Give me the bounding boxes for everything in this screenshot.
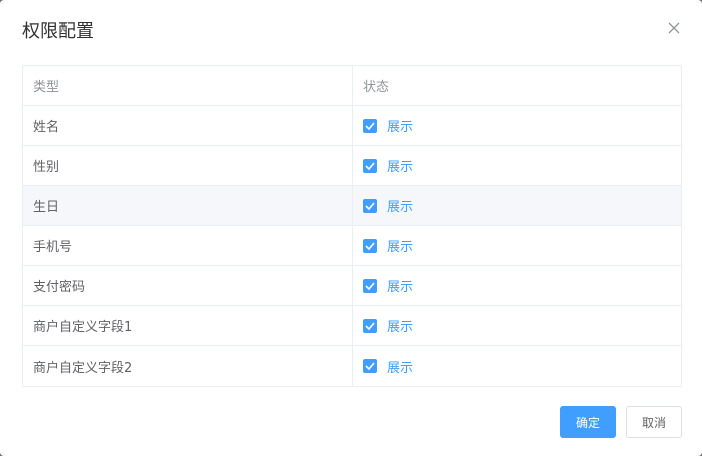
permission-table: 类型 状态 姓名 展示 性别 展示 生日 展示 手机号 展示 支付密码 展示 商… xyxy=(22,65,682,387)
column-header-type: 类型 xyxy=(23,66,353,105)
check-icon xyxy=(365,161,375,170)
table-row: 姓名 展示 xyxy=(23,106,681,146)
show-label[interactable]: 展示 xyxy=(387,116,413,135)
table-row: 生日 展示 xyxy=(23,186,681,226)
show-checkbox[interactable] xyxy=(363,238,377,253)
dialog-title: 权限配置 xyxy=(22,21,94,42)
show-checkbox[interactable] xyxy=(363,198,377,213)
type-cell: 支付密码 xyxy=(23,266,353,305)
dialog-header: 权限配置 xyxy=(0,0,702,66)
check-icon xyxy=(365,281,375,290)
show-label[interactable]: 展示 xyxy=(387,357,413,376)
cancel-button[interactable]: 取消 xyxy=(626,406,682,438)
status-cell: 展示 xyxy=(353,226,681,265)
close-button[interactable] xyxy=(666,20,682,36)
status-cell: 展示 xyxy=(353,146,681,185)
check-icon xyxy=(365,201,375,210)
table-row: 手机号 展示 xyxy=(23,226,681,266)
check-icon xyxy=(365,121,375,130)
show-checkbox[interactable] xyxy=(363,118,377,133)
table-row: 商户自定义字段2 展示 xyxy=(23,346,681,386)
show-label[interactable]: 展示 xyxy=(387,316,413,335)
dialog-footer: 确定 取消 xyxy=(560,406,682,438)
show-label[interactable]: 展示 xyxy=(387,236,413,255)
check-icon xyxy=(365,241,375,250)
type-cell: 姓名 xyxy=(23,106,353,145)
table-header-row: 类型 状态 xyxy=(23,66,681,106)
status-cell: 展示 xyxy=(353,346,681,386)
type-cell: 商户自定义字段1 xyxy=(23,306,353,345)
close-icon xyxy=(668,22,680,34)
status-cell: 展示 xyxy=(353,106,681,145)
type-cell: 商户自定义字段2 xyxy=(23,346,353,386)
type-cell: 性别 xyxy=(23,146,353,185)
show-checkbox[interactable] xyxy=(363,359,377,373)
show-checkbox[interactable] xyxy=(363,318,377,333)
confirm-button[interactable]: 确定 xyxy=(560,406,616,438)
type-cell: 生日 xyxy=(23,186,353,225)
table-row: 支付密码 展示 xyxy=(23,266,681,306)
type-cell: 手机号 xyxy=(23,226,353,265)
table-row: 性别 展示 xyxy=(23,146,681,186)
status-cell: 展示 xyxy=(353,186,681,225)
status-cell: 展示 xyxy=(353,306,681,345)
column-header-status: 状态 xyxy=(363,80,390,95)
show-checkbox[interactable] xyxy=(363,278,377,293)
show-label[interactable]: 展示 xyxy=(387,276,413,295)
show-label[interactable]: 展示 xyxy=(387,196,413,215)
check-icon xyxy=(365,362,375,370)
status-cell: 展示 xyxy=(353,266,681,305)
show-label[interactable]: 展示 xyxy=(387,156,413,175)
permission-config-dialog: 权限配置 类型 状态 姓名 展示 性别 展示 生日 展示 手机号 展示 支付密码… xyxy=(0,0,702,456)
check-icon xyxy=(365,321,375,330)
table-row: 商户自定义字段1 展示 xyxy=(23,306,681,346)
show-checkbox[interactable] xyxy=(363,158,377,173)
